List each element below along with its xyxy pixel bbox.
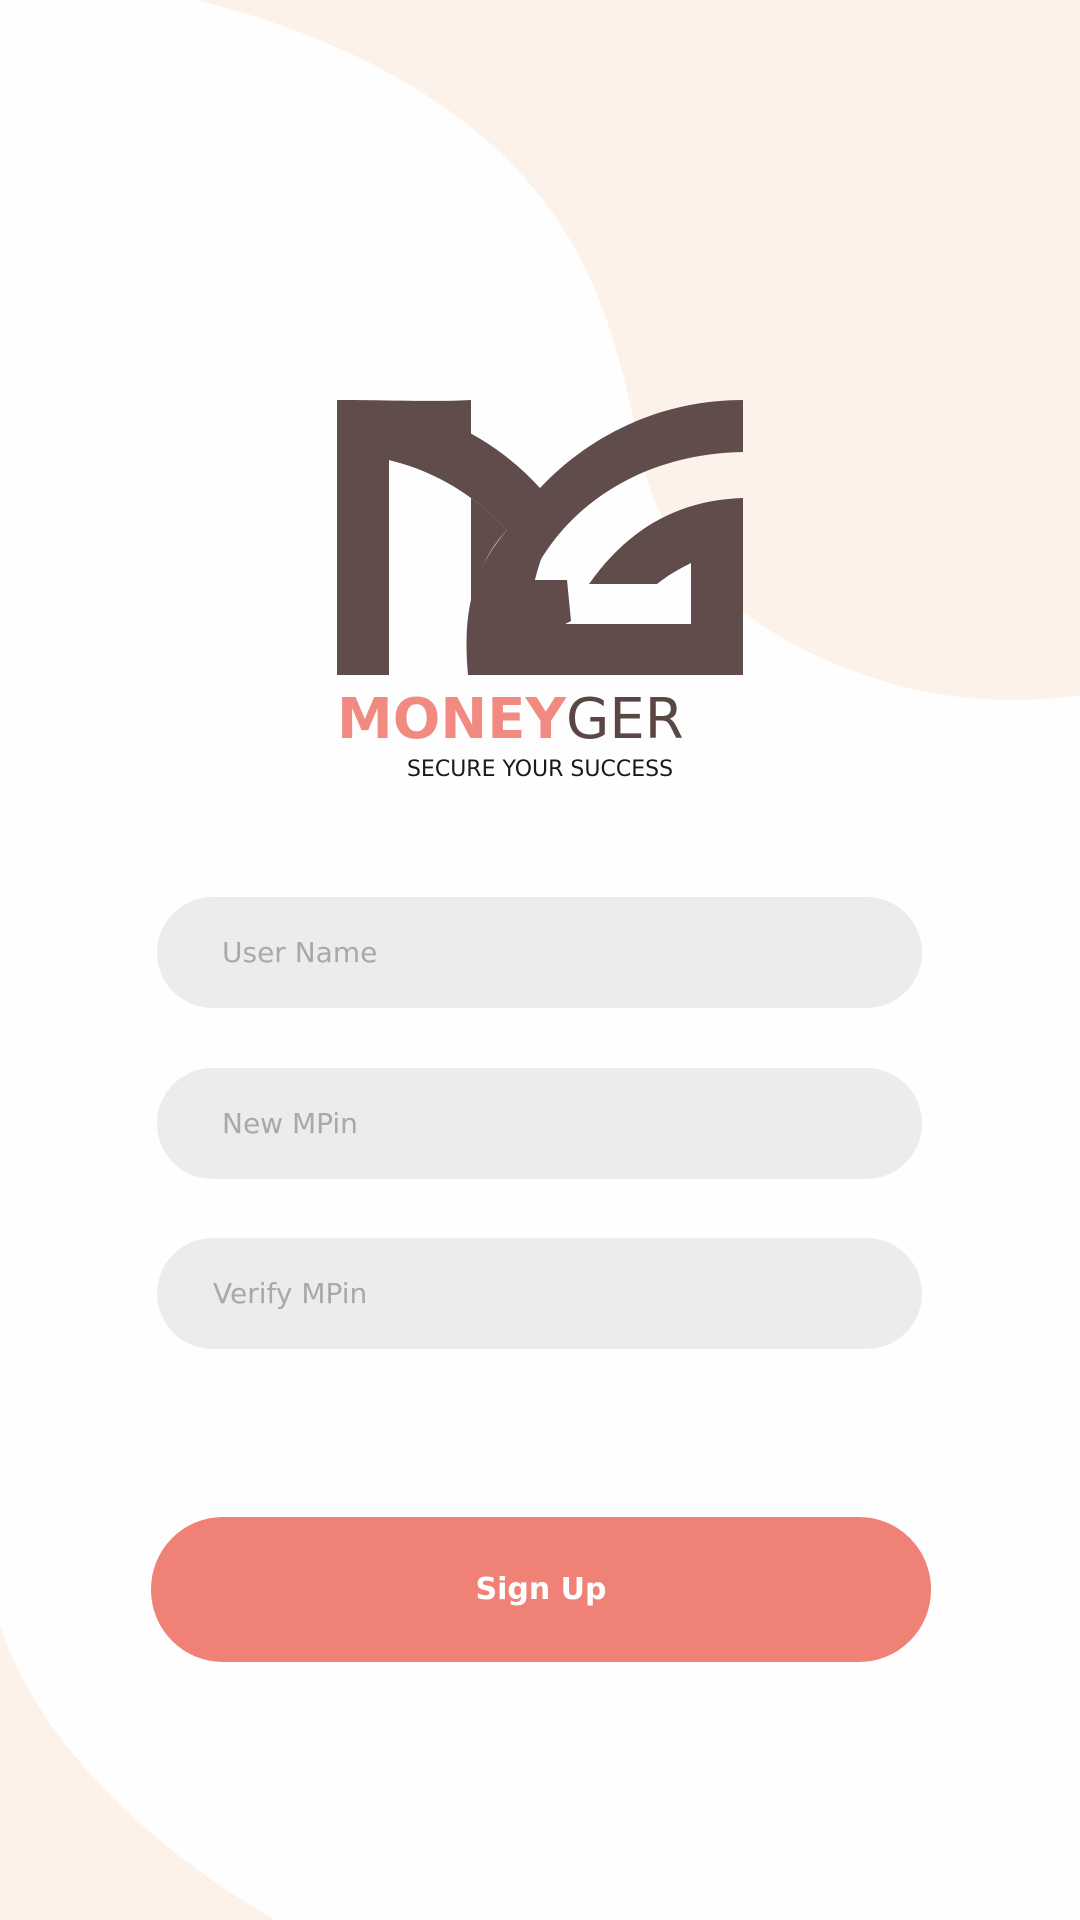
logo-wordmark: MONEYGER [337,685,743,755]
new-mpin-input[interactable] [157,1068,922,1179]
app-logo: MONEYGER SECURE YOUR SUCCESS [330,395,750,790]
logo-mark-icon [337,400,743,675]
sign-up-button[interactable]: Sign Up [151,1517,931,1662]
logo-wordmark-bold: MONEY [337,687,567,752]
verify-mpin-field[interactable] [157,1238,922,1349]
username-input[interactable] [157,897,922,1008]
bottom-left-blob [0,1625,275,1920]
logo-wordmark-light: GER [566,687,684,752]
new-mpin-field[interactable] [157,1068,922,1179]
verify-mpin-input[interactable] [157,1238,922,1349]
username-field[interactable] [157,897,922,1008]
logo-tagline: SECURE YOUR SUCCESS [406,757,674,782]
